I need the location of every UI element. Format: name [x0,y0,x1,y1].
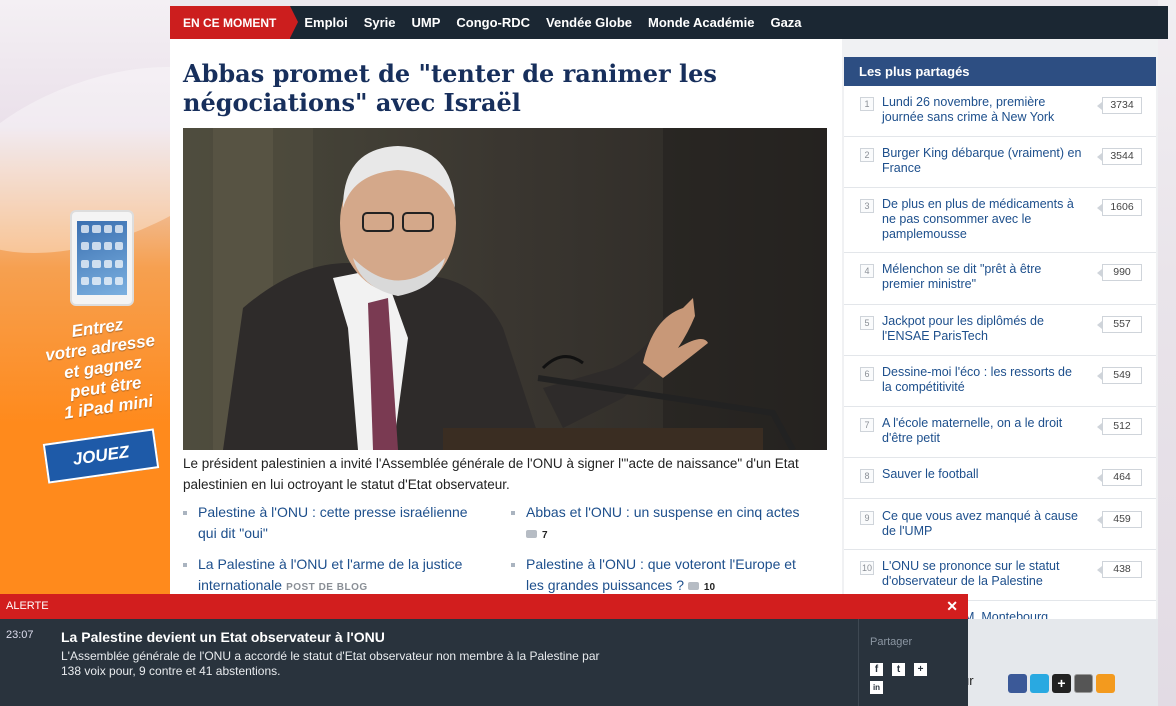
alert-banner: 23:07 La Palestine devient un Etat obser… [0,619,968,706]
share-count: 1606 [1097,199,1142,216]
alert-title[interactable]: La Palestine devient un Etat observateur… [61,629,385,645]
list-item-title[interactable]: De plus en plus de médicaments à ne pas … [882,197,1082,242]
share-count: 3734 [1097,97,1142,114]
alert-time: 23:07 [6,629,34,641]
rank-number: 1 [860,97,874,111]
comment-icon [687,582,699,590]
abbas-photo-illustration [183,128,827,450]
list-item[interactable]: 9 Ce que vous avez manqué à cause de l'U… [844,499,1156,550]
nav-link-gaza[interactable]: Gaza [770,15,801,30]
comment-count[interactable]: 10 [704,582,715,593]
google-plus-icon[interactable]: + [1052,674,1071,693]
share-count: 464 [1097,469,1142,486]
share-count: 438 [1097,561,1142,578]
nav-link-emploi[interactable]: Emploi [304,15,347,30]
list-item-title[interactable]: Jackpot pour les diplômés de l'ENSAE Par… [882,314,1082,344]
article-title[interactable]: Abbas promet de "tenter de ranimer les n… [183,59,743,117]
related-link-text[interactable]: Palestine à l'ONU : cette presse israéli… [198,504,468,541]
list-item[interactable]: 7 A l'école maternelle, on a le droit d'… [844,407,1156,458]
sidebar-title: Les plus partagés [844,57,1156,86]
share-panel: Partager f t + in [858,619,968,706]
ipad-mini-image[interactable] [70,210,134,306]
alert-label: ALERTE [6,600,49,612]
page-background-right [1158,0,1176,706]
blog-post-tag: POST DE BLOG [286,582,368,593]
share-count: 549 [1097,367,1142,384]
rss-icon[interactable] [1096,674,1115,693]
close-icon[interactable]: ✕ [946,594,958,619]
share-count: 512 [1097,418,1142,435]
rank-number: 8 [860,469,874,483]
top-navigation: EN CE MOMENT Emploi Syrie UMP Congo-RDC … [170,6,1168,39]
list-item[interactable]: 5 Jackpot pour les diplômés de l'ENSAE P… [844,305,1156,356]
share-count: 557 [1097,316,1142,333]
list-item[interactable]: 2 Burger King débarque (vraiment) en Fra… [844,137,1156,188]
related-link[interactable]: Abbas et l'ONU : un suspense en cinq act… [511,502,821,546]
alert-header: ALERTE ✕ [0,594,968,619]
ad-text: Entrez votre adresse et gagnez peut être… [32,309,175,426]
article-caption: Le président palestinien a invité l'Asse… [183,456,799,492]
list-item-title[interactable]: Sauver le football [882,467,1082,482]
nav-link-vendee-globe[interactable]: Vendée Globe [546,15,632,30]
list-item-title[interactable]: Mélenchon se dit "prêt à être premier mi… [882,262,1082,292]
list-item-title[interactable]: Lundi 26 novembre, première journée sans… [882,95,1082,125]
share-count: 3544 [1097,148,1142,165]
facebook-icon[interactable] [1008,674,1027,693]
rank-number: 10 [860,561,874,575]
social-icons: + [1008,674,1115,693]
related-link-text[interactable]: Abbas et l'ONU : un suspense en cinq act… [526,504,800,520]
twitter-icon[interactable] [1030,674,1049,693]
list-item[interactable]: 6 Dessine-moi l'éco : les ressorts de la… [844,356,1156,407]
most-shared-list: 1 Lundi 26 novembre, première journée sa… [844,86,1156,631]
most-shared-sidebar: Les plus partagés 1 Lundi 26 novembre, p… [844,57,1156,631]
alert-text: L'Assemblée générale de l'ONU a accordé … [61,649,600,678]
twitter-share-icon[interactable]: t [892,663,905,676]
linkedin-share-icon[interactable]: in [870,681,883,694]
facebook-share-icon[interactable]: f [870,663,883,676]
list-item-title[interactable]: L'ONU se prononce sur le statut d'observ… [882,559,1082,589]
list-item[interactable]: 8 Sauver le football 464 [844,458,1156,499]
related-link[interactable]: Palestine à l'ONU : que voteront l'Europ… [511,554,811,598]
share-count: 990 [1097,264,1142,281]
rank-number: 3 [860,199,874,213]
rank-number: 7 [860,418,874,432]
list-item-title[interactable]: Dessine-moi l'éco : les ressorts de la c… [882,365,1082,395]
rank-number: 6 [860,367,874,381]
rank-number: 2 [860,148,874,162]
rank-number: 9 [860,511,874,525]
list-item[interactable]: 3 De plus en plus de médicaments à ne pa… [844,188,1156,253]
plus-share-icon[interactable]: + [914,663,927,676]
related-link-text[interactable]: Palestine à l'ONU : que voteront l'Europ… [526,556,796,593]
rank-number: 4 [860,264,874,278]
nav-link-congo[interactable]: Congo-RDC [456,15,530,30]
share-count: 459 [1097,511,1142,528]
mobile-icon[interactable] [1074,674,1093,693]
page-content: Abbas promet de "tenter de ranimer les n… [170,39,1158,631]
en-ce-moment-badge: EN CE MOMENT [170,6,299,39]
list-item[interactable]: 4 Mélenchon se dit "prêt à être premier … [844,253,1156,305]
main-article: Abbas promet de "tenter de ranimer les n… [170,39,842,619]
nav-link-syrie[interactable]: Syrie [364,15,396,30]
nav-link-ump[interactable]: UMP [412,15,441,30]
list-item-title[interactable]: Burger King débarque (vraiment) en Franc… [882,146,1082,176]
rank-number: 5 [860,316,874,330]
list-item-title[interactable]: A l'école maternelle, on a le droit d'êt… [882,416,1082,446]
list-item[interactable]: 1 Lundi 26 novembre, première journée sa… [844,86,1156,137]
related-link[interactable]: La Palestine à l'ONU et l'arme de la jus… [183,554,483,598]
article-photo[interactable] [183,128,827,450]
list-item-title[interactable]: Ce que vous avez manqué à cause de l'UMP [882,509,1082,539]
comment-icon [526,530,537,538]
nav-link-monde-academie[interactable]: Monde Académie [648,15,754,30]
related-link[interactable]: Palestine à l'ONU : cette presse israéli… [183,502,483,544]
comment-count[interactable]: 7 [542,530,548,541]
share-label: Partager [870,636,913,648]
